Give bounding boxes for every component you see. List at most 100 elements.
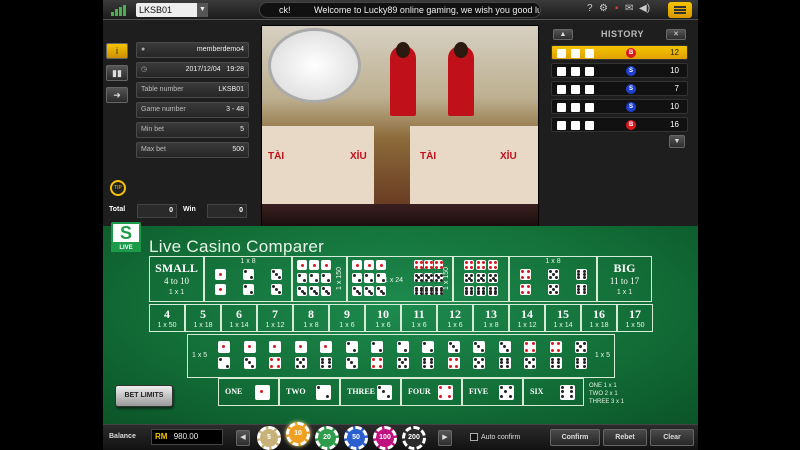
bet-combination-1-2[interactable] [218, 341, 232, 373]
bet-single-six[interactable]: SIX [523, 378, 584, 406]
video-xiu-label: XỈU [350, 151, 367, 162]
lobby-button[interactable]: ➜ [106, 87, 128, 103]
die-2-icon [557, 67, 566, 76]
bet-small[interactable]: SMALL 4 to 10 1 x 1 [149, 256, 204, 302]
settings-icon[interactable]: ⚙ [599, 3, 608, 14]
bet-combination-1-4[interactable] [269, 341, 283, 373]
big-odds: 1 x 1 [616, 289, 633, 296]
chip-20[interactable]: 20 [315, 426, 339, 450]
bet-total-15[interactable]: 15 1 x 14 [545, 304, 581, 332]
history-up-button[interactable]: ▲ [553, 29, 573, 40]
bet-total-11[interactable]: 11 1 x 6 [401, 304, 437, 332]
bet-combination-1-3[interactable] [243, 341, 258, 373]
chip-200[interactable]: 200 [402, 426, 426, 450]
history-row[interactable]: S7 [551, 81, 688, 96]
bet-total-6[interactable]: 61 x 14 [221, 304, 257, 332]
table-select[interactable]: LKSB01 ▼ [136, 3, 208, 17]
bet-total-7[interactable]: 71 x 12 [257, 304, 293, 332]
bet-total-16[interactable]: 16 1 x 18 [581, 304, 617, 332]
bet-combination-1-5[interactable] [294, 341, 309, 373]
bet-total-9[interactable]: 91 x 6 [329, 304, 365, 332]
history-down-button[interactable]: ▼ [669, 135, 685, 148]
result-badge: B [626, 48, 636, 58]
bet-combination-3-6[interactable] [498, 341, 513, 373]
bet-total-14[interactable]: 14 1 x 12 [509, 304, 545, 332]
bet-combination-2-4[interactable] [371, 341, 385, 373]
chat-icon[interactable]: ✉ [625, 3, 633, 14]
bet-combination-1-6[interactable] [320, 341, 334, 373]
info-button[interactable]: i [106, 43, 128, 59]
auto-confirm-toggle[interactable]: Auto confirm [470, 433, 520, 441]
bet-big[interactable]: BIG 11 to 17 1 x 1 [597, 256, 652, 302]
bet-combination-4-6[interactable] [549, 341, 564, 373]
bet-any-triple[interactable]: 1 x 24 1 x 150 [347, 256, 453, 302]
die-2-icon [557, 85, 566, 94]
bet-combination-2-6[interactable] [422, 341, 436, 373]
chip-next-button[interactable]: ▶ [438, 430, 452, 446]
bet-combination-3-4[interactable] [447, 341, 462, 373]
flag-uk-icon[interactable]: ▪ [615, 3, 619, 14]
die-5-icon [424, 273, 433, 282]
bet-combination-3-5[interactable] [473, 341, 487, 373]
rebet-button[interactable]: Rebet [603, 429, 647, 446]
datetime-row: ◷ 2017/12/04 19:28 [136, 62, 249, 78]
die-2-icon [243, 269, 254, 280]
die-5-icon [557, 49, 566, 58]
bet-single-three[interactable]: THREE [340, 378, 401, 406]
statistics-button[interactable]: ▮▮ [106, 65, 128, 81]
bet-total-12[interactable]: 12 1 x 6 [437, 304, 473, 332]
bottom-bar: Balance RM 980.00 ◀ 5 10 20 50 100 200 ▶ Auto… [103, 422, 698, 450]
chip-50[interactable]: 50 [344, 426, 368, 450]
bet-specific-triple-left[interactable]: 1 x 8 [204, 256, 292, 302]
die-3-icon [243, 357, 256, 369]
chip-icon[interactable]: TIP [110, 180, 126, 196]
bet-total-5[interactable]: 51 x 18 [185, 304, 221, 332]
bet-total-8[interactable]: 81 x 8 [293, 304, 329, 332]
bet-specific-triple-right[interactable]: 1 x 8 [509, 256, 597, 302]
bet-total-17[interactable]: 17 1 x 50 [617, 304, 653, 332]
small-odds: 1 x 1 [168, 289, 185, 296]
bet-combination-2-5[interactable] [396, 341, 411, 373]
table-number-row: Table number LKSB01 [136, 82, 249, 98]
bet-combination-5-6[interactable] [575, 341, 589, 373]
die-2-icon [364, 273, 374, 283]
chip-10[interactable]: 10 [286, 422, 310, 446]
video-tai-label-2: TÀI [420, 151, 437, 162]
history-row[interactable]: B 16 [551, 117, 688, 132]
history-row[interactable]: S 10 [551, 99, 688, 114]
bet-single-five[interactable]: FIVE [462, 378, 523, 406]
bet-total-4[interactable]: 41 x 50 [149, 304, 185, 332]
bet-double-right[interactable] [453, 256, 509, 302]
max-bet-value: 500 [232, 146, 244, 153]
die-5-icon [396, 357, 409, 369]
total-label: Total [109, 206, 126, 213]
die-6-icon [498, 357, 511, 369]
die-4-icon [438, 385, 453, 400]
chip-prev-button[interactable]: ◀ [236, 430, 250, 446]
bet-total-10[interactable]: 10 1 x 6 [365, 304, 401, 332]
help-icon[interactable]: ? [587, 3, 593, 14]
die-4-icon [520, 284, 531, 295]
clear-button[interactable]: Clear [650, 429, 694, 446]
bet-limits-button[interactable]: BET LIMITS [115, 385, 173, 407]
die-1-icon [309, 260, 319, 270]
history-close-button[interactable]: ✕ [666, 29, 686, 40]
bet-single-one[interactable]: ONE [218, 378, 279, 406]
bet-combination-2-3[interactable] [345, 341, 360, 373]
history-row[interactable]: S 10 [551, 63, 688, 78]
chip-5[interactable]: 5 [257, 426, 281, 450]
bet-double-left[interactable]: 1 x 150 [292, 256, 347, 302]
bet-single-two[interactable]: TWO [279, 378, 340, 406]
betting-board: S LIVE Live Casino Comparer SMALL 4 to 1… [103, 222, 698, 424]
bet-total-13[interactable]: 13 1 x 8 [473, 304, 509, 332]
history-total: 7 [674, 84, 679, 93]
history-row[interactable]: B 12 [551, 45, 688, 60]
confirm-button[interactable]: Confirm [550, 429, 600, 446]
menu-button[interactable] [668, 2, 692, 18]
sound-icon[interactable]: ◀) [639, 3, 650, 14]
total-value: 0 [137, 204, 177, 218]
username-row: ● memberdemo4 [136, 42, 249, 58]
bet-combination-4-5[interactable] [524, 341, 538, 373]
chip-100[interactable]: 100 [373, 426, 397, 450]
bet-single-four[interactable]: FOUR [401, 378, 462, 406]
